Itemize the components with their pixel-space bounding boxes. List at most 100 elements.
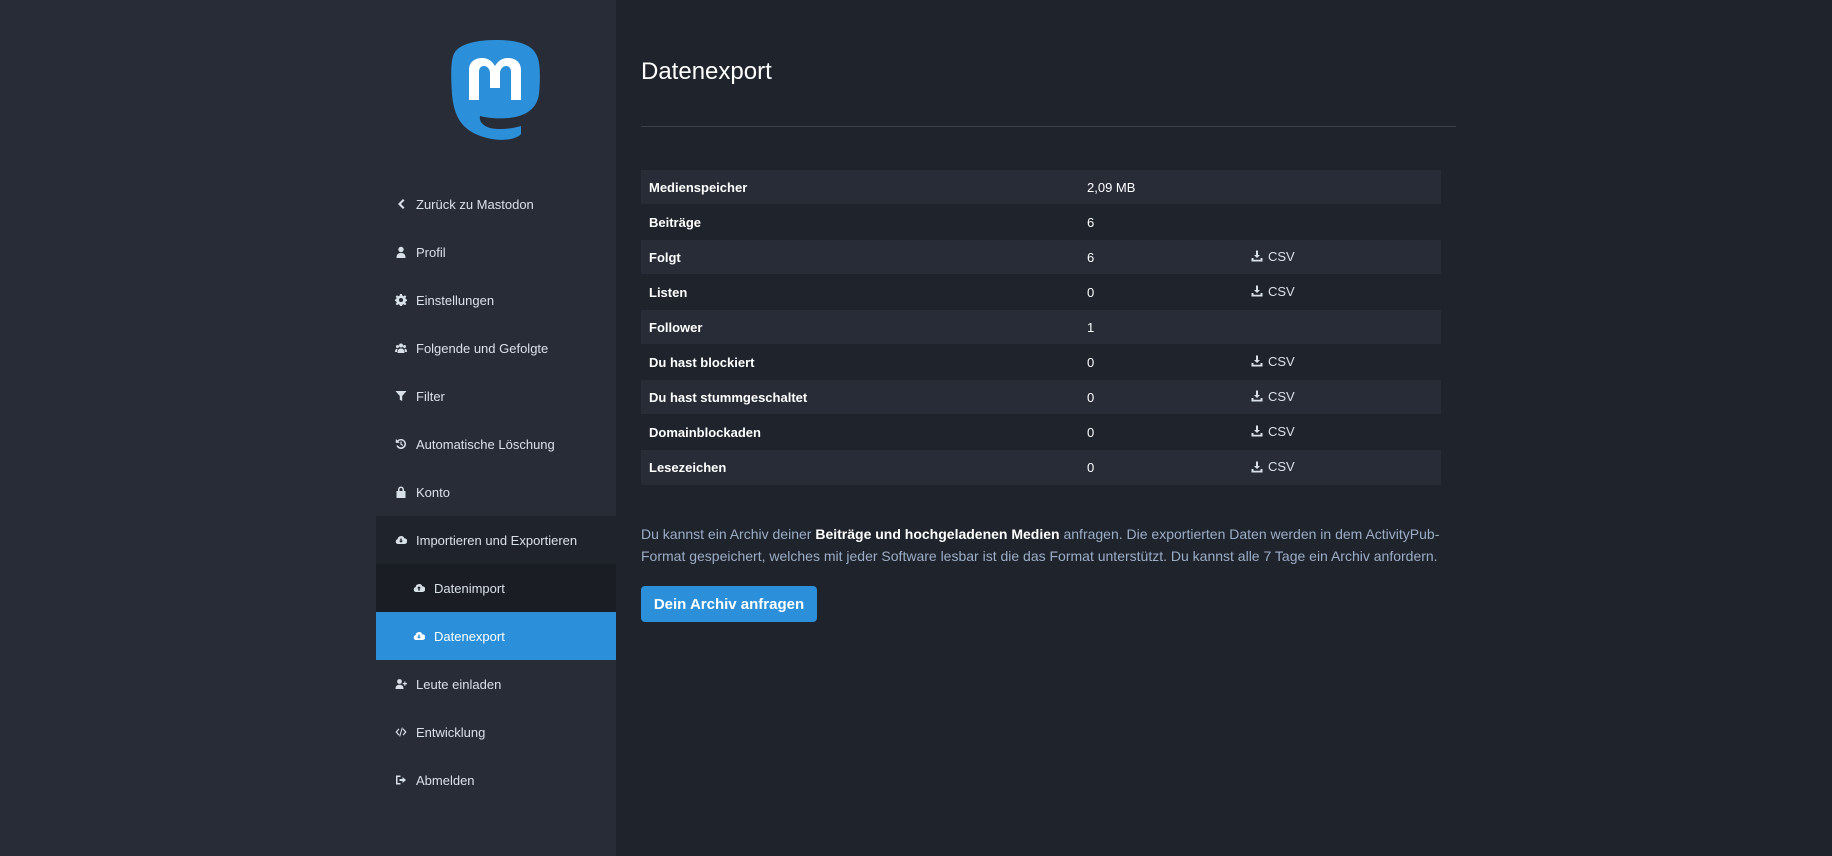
row-value: 0 bbox=[1079, 414, 1243, 450]
row-action: CSV bbox=[1243, 274, 1441, 310]
row-value: 2,09 MB bbox=[1079, 169, 1243, 205]
download-icon bbox=[1251, 250, 1263, 262]
sidebar-item-label: Konto bbox=[416, 484, 450, 500]
row-label: Du hast blockiert bbox=[641, 344, 1079, 380]
sidebar-item-data-export[interactable]: Datenexport bbox=[376, 612, 616, 660]
cloud-upload-icon bbox=[412, 581, 426, 595]
title-divider bbox=[641, 126, 1456, 127]
row-label: Listen bbox=[641, 274, 1079, 310]
row-value: 0 bbox=[1079, 449, 1243, 485]
table-row: Beiträge 6 bbox=[641, 204, 1441, 240]
table-row: Medienspeicher 2,09 MB bbox=[641, 169, 1441, 205]
sidebar-item-filters[interactable]: Filter bbox=[376, 372, 616, 420]
description-text: Du kannst ein Archiv deiner bbox=[641, 526, 816, 542]
page-title: Datenexport bbox=[641, 58, 772, 85]
csv-label: CSV bbox=[1268, 423, 1295, 439]
table-row: Domainblockaden 0 CSV bbox=[641, 414, 1441, 450]
row-action: CSV bbox=[1243, 239, 1441, 275]
download-icon bbox=[1251, 425, 1263, 437]
download-icon bbox=[1251, 285, 1263, 297]
row-value: 6 bbox=[1079, 204, 1243, 240]
csv-download-link[interactable]: CSV bbox=[1251, 354, 1295, 369]
sidebar-item-logout[interactable]: Abmelden bbox=[376, 756, 616, 804]
sidebar-item-label: Einstellungen bbox=[416, 292, 495, 308]
sidebar-item-settings[interactable]: Einstellungen bbox=[376, 276, 616, 324]
csv-download-link[interactable]: CSV bbox=[1251, 424, 1295, 439]
row-value: 0 bbox=[1079, 274, 1243, 310]
sidebar-item-label: Zurück zu Mastodon bbox=[416, 196, 534, 212]
request-archive-button[interactable]: Dein Archiv anfragen bbox=[641, 586, 817, 622]
row-action: CSV bbox=[1243, 414, 1441, 450]
csv-download-link[interactable]: CSV bbox=[1251, 389, 1295, 404]
export-table: Medienspeicher 2,09 MB Beiträge 6 Folgt … bbox=[641, 169, 1441, 485]
row-action bbox=[1243, 309, 1441, 345]
sidebar-item-back[interactable]: Zurück zu Mastodon bbox=[376, 180, 616, 228]
row-action: CSV bbox=[1243, 379, 1441, 415]
row-value: 1 bbox=[1079, 309, 1243, 345]
sidebar-item-account[interactable]: Konto bbox=[376, 468, 616, 516]
row-label: Beiträge bbox=[641, 204, 1079, 240]
archive-description: Du kannst ein Archiv deiner Beiträge und… bbox=[641, 523, 1441, 567]
csv-label: CSV bbox=[1268, 248, 1295, 264]
row-value: 0 bbox=[1079, 344, 1243, 380]
sidebar-item-label: Folgende und Gefolgte bbox=[416, 340, 549, 356]
sidebar-item-label: Datenimport bbox=[434, 580, 505, 596]
sidebar-item-label: Profil bbox=[416, 244, 446, 260]
sidebar-item-invites[interactable]: Leute einladen bbox=[376, 660, 616, 708]
mastodon-logo[interactable] bbox=[447, 38, 545, 142]
lock-icon bbox=[394, 485, 408, 499]
csv-label: CSV bbox=[1268, 388, 1295, 404]
csv-download-link[interactable]: CSV bbox=[1251, 249, 1295, 264]
sidebar-item-profile[interactable]: Profil bbox=[376, 228, 616, 276]
row-value: 0 bbox=[1079, 379, 1243, 415]
table-row: Du hast stummgeschaltet 0 CSV bbox=[641, 379, 1441, 415]
sidebar-item-data-import[interactable]: Datenimport bbox=[376, 564, 616, 612]
row-label: Du hast stummgeschaltet bbox=[641, 379, 1079, 415]
csv-label: CSV bbox=[1268, 283, 1295, 299]
gear-icon bbox=[394, 293, 408, 307]
row-action bbox=[1243, 169, 1441, 205]
history-icon bbox=[394, 437, 408, 451]
csv-download-link[interactable]: CSV bbox=[1251, 459, 1295, 474]
sign-out-icon bbox=[394, 773, 408, 787]
table-row: Lesezeichen 0 CSV bbox=[641, 449, 1441, 485]
row-label: Medienspeicher bbox=[641, 169, 1079, 205]
cloud-download-icon bbox=[394, 533, 408, 547]
sidebar-item-development[interactable]: Entwicklung bbox=[376, 708, 616, 756]
csv-label: CSV bbox=[1268, 459, 1295, 474]
row-label: Follower bbox=[641, 309, 1079, 345]
user-icon bbox=[394, 245, 408, 259]
sidebar-item-import-export[interactable]: Importieren und Exportieren bbox=[376, 516, 616, 564]
row-value: 6 bbox=[1079, 239, 1243, 275]
sidebar-item-relationships[interactable]: Folgende und Gefolgte bbox=[376, 324, 616, 372]
sidebar-item-label: Entwicklung bbox=[416, 724, 486, 740]
row-action: CSV bbox=[1243, 449, 1441, 485]
sidebar-item-label: Automatische Löschung bbox=[416, 436, 555, 452]
filter-icon bbox=[394, 389, 408, 403]
chevron-left-icon bbox=[394, 197, 408, 211]
sidebar-item-label: Abmelden bbox=[416, 772, 475, 788]
row-label: Lesezeichen bbox=[641, 449, 1079, 485]
csv-label: CSV bbox=[1268, 353, 1295, 369]
table-row: Listen 0 CSV bbox=[641, 274, 1441, 310]
code-icon bbox=[394, 725, 408, 739]
table-row: Du hast blockiert 0 CSV bbox=[641, 344, 1441, 380]
table-row: Follower 1 bbox=[641, 309, 1441, 345]
sidebar-item-auto-delete[interactable]: Automatische Löschung bbox=[376, 420, 616, 468]
sidebar-item-label: Leute einladen bbox=[416, 676, 502, 692]
table-row: Folgt 6 CSV bbox=[641, 239, 1441, 275]
sidebar-nav: Zurück zu Mastodon Profil Einstellungen … bbox=[376, 180, 616, 804]
cloud-download-icon bbox=[412, 629, 426, 643]
row-label: Folgt bbox=[641, 239, 1079, 275]
users-icon bbox=[394, 341, 408, 355]
row-label: Domainblockaden bbox=[641, 414, 1079, 450]
download-icon bbox=[1251, 355, 1263, 367]
sidebar-item-label: Datenexport bbox=[434, 628, 505, 644]
csv-download-link[interactable]: CSV bbox=[1251, 284, 1295, 299]
download-icon bbox=[1251, 390, 1263, 402]
description-bold: Beiträge und hochgeladenen Medien bbox=[815, 526, 1060, 542]
row-action: CSV bbox=[1243, 344, 1441, 380]
sidebar-item-label: Importieren und Exportieren bbox=[416, 532, 578, 548]
user-plus-icon bbox=[394, 677, 408, 691]
row-action bbox=[1243, 204, 1441, 240]
